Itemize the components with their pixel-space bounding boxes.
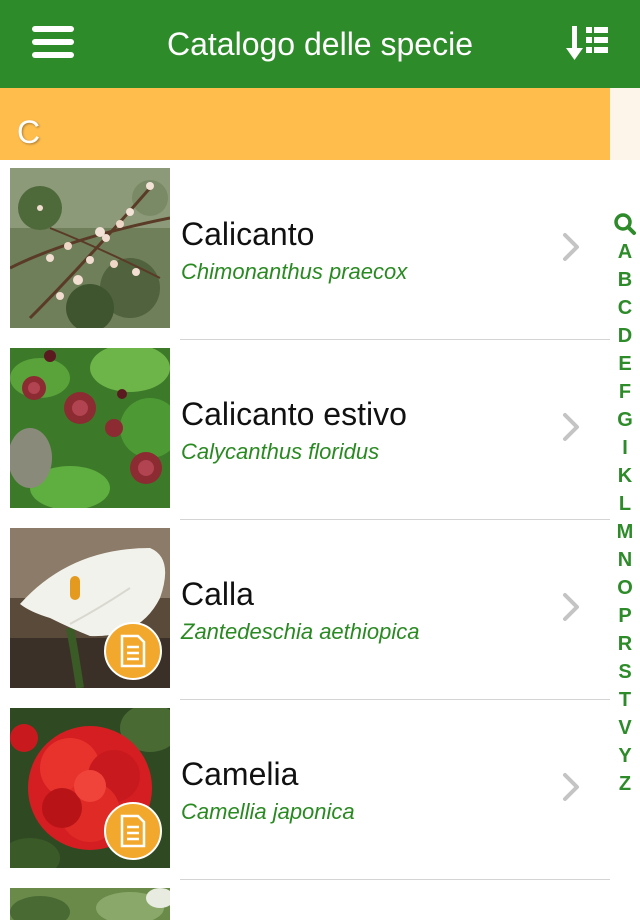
index-letter-g[interactable]: G	[612, 406, 638, 434]
index-letter-t[interactable]: T	[612, 686, 638, 714]
species-latin-name: Chimonanthus praecox	[181, 259, 408, 284]
list-item[interactable]: Camelia Camellia japonica	[0, 700, 610, 880]
index-letter-e[interactable]: E	[612, 350, 638, 378]
species-latin-name: Zantedeschia aethiopica	[181, 619, 420, 644]
index-letter-r[interactable]: R	[612, 630, 638, 658]
index-letter-n[interactable]: N	[612, 546, 638, 574]
index-letter-b[interactable]: B	[612, 266, 638, 294]
index-letter-p[interactable]: P	[612, 602, 638, 630]
species-thumbnail	[10, 708, 170, 868]
species-latin-name: Camellia japonica	[181, 799, 355, 824]
species-thumbnail	[10, 528, 170, 688]
species-thumbnail	[10, 348, 170, 508]
index-letter-z[interactable]: Z	[612, 770, 638, 798]
list-item[interactable]: Calicanto estivo Calycanthus floridus	[0, 340, 610, 520]
index-letter-m[interactable]: M	[612, 518, 638, 546]
document-icon	[104, 802, 162, 860]
search-icon[interactable]	[613, 212, 637, 238]
list-item[interactable]: Calicanto Chimonanthus praecox	[0, 160, 610, 340]
chevron-right-icon	[560, 412, 582, 442]
index-letter-v[interactable]: V	[612, 714, 638, 742]
index-letter-y[interactable]: Y	[612, 742, 638, 770]
list-item[interactable]: Calla Zantedeschia aethiopica	[0, 520, 610, 700]
list-item-partial[interactable]	[0, 880, 610, 920]
page-title: Catalogo delle specie	[167, 26, 473, 62]
index-letter-s[interactable]: S	[612, 658, 638, 686]
species-common-name: Calicanto	[181, 216, 315, 252]
index-letter-a[interactable]: A	[612, 238, 638, 266]
species-common-name: Calicanto estivo	[181, 396, 407, 432]
chevron-right-icon	[560, 772, 582, 802]
chevron-right-icon	[560, 232, 582, 262]
species-common-name: Calla	[181, 576, 254, 612]
index-letter-d[interactable]: D	[612, 322, 638, 350]
navigation-bar: Catalogo delle specie	[0, 0, 640, 88]
sort-list-icon[interactable]	[566, 24, 610, 62]
index-letter-f[interactable]: F	[612, 378, 638, 406]
index-letter-k[interactable]: K	[612, 462, 638, 490]
species-common-name: Camelia	[181, 756, 299, 792]
species-list: Calicanto Chimonanthus praecox Calicanto…	[0, 160, 610, 880]
alphabet-index[interactable]: A B C D E F G I K L M N O P R S T V Y Z	[612, 212, 638, 798]
section-letter: C	[17, 114, 41, 150]
chevron-right-icon	[560, 592, 582, 622]
index-letter-c[interactable]: C	[612, 294, 638, 322]
document-icon	[104, 622, 162, 680]
section-header: C	[0, 88, 610, 160]
index-letter-o[interactable]: O	[612, 574, 638, 602]
species-thumbnail	[10, 888, 170, 920]
index-letter-l[interactable]: L	[612, 490, 638, 518]
species-latin-name: Calycanthus floridus	[181, 439, 380, 464]
index-strip-header	[610, 88, 640, 160]
species-thumbnail	[10, 168, 170, 328]
index-letter-i[interactable]: I	[612, 434, 638, 462]
